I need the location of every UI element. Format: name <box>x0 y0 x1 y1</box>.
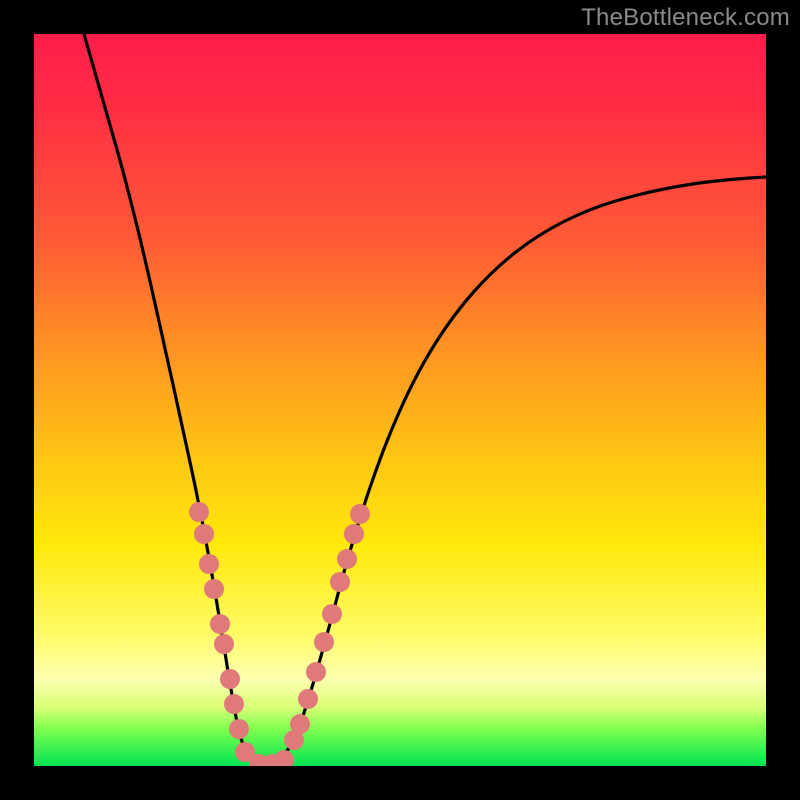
curve-dot <box>306 662 326 682</box>
plot-area <box>34 34 766 766</box>
curve-dot <box>214 634 234 654</box>
curve-dot <box>199 554 219 574</box>
curve-dot <box>314 632 334 652</box>
curve-dot <box>194 524 214 544</box>
curve-dot <box>189 502 209 522</box>
curve-dot <box>337 549 357 569</box>
curve-dot <box>204 579 224 599</box>
curve-dot <box>350 504 370 524</box>
curve-dot <box>290 714 310 734</box>
watermark-text: TheBottleneck.com <box>581 4 790 32</box>
curve-dot <box>330 572 350 592</box>
curve-dot <box>274 750 294 766</box>
curve-dot <box>298 689 318 709</box>
curve-dot <box>229 719 249 739</box>
curve-dot <box>322 604 342 624</box>
chart-frame: TheBottleneck.com <box>0 0 800 800</box>
curve-dots-group <box>189 502 370 766</box>
curve-dot <box>220 669 240 689</box>
bottleneck-curve-svg <box>34 34 766 766</box>
curve-dot <box>224 694 244 714</box>
curve-dot <box>344 524 364 544</box>
bottleneck-curve <box>84 34 766 763</box>
curve-dot <box>210 614 230 634</box>
